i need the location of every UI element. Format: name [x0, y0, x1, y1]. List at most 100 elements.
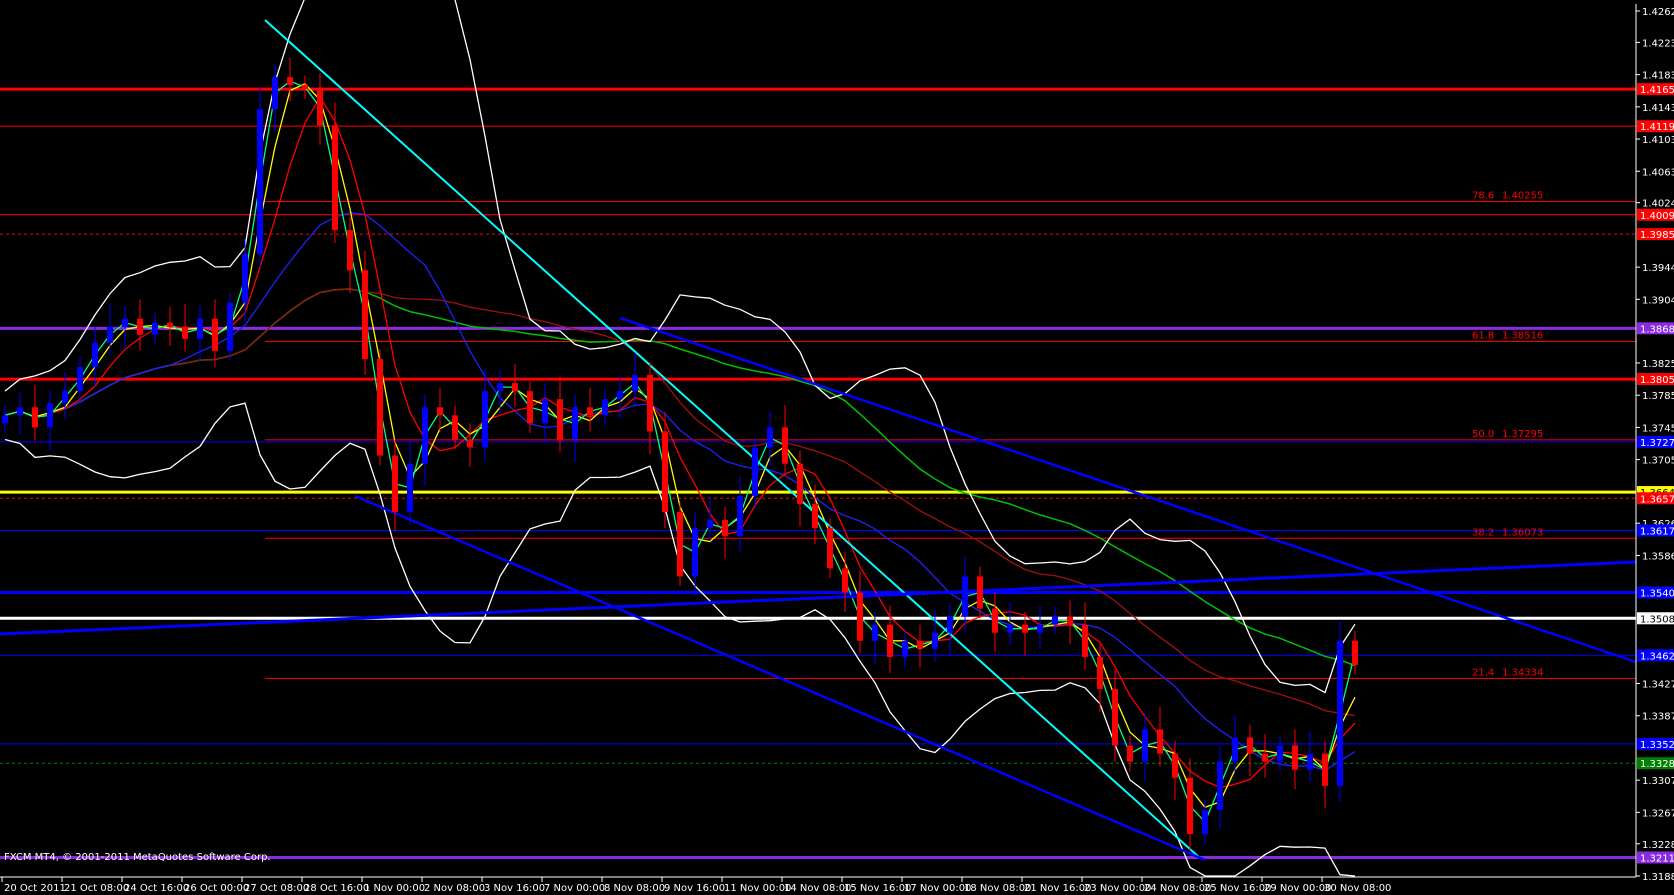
- candle-body: [197, 318, 203, 339]
- time-tick-label: 2 Nov 08:00: [424, 883, 485, 894]
- candle-body: [1127, 745, 1133, 762]
- candle-body: [377, 358, 383, 456]
- time-tick-label: 9 Nov 16:00: [664, 883, 725, 894]
- candle-body: [167, 322, 173, 327]
- ma-yellow: [4, 83, 1356, 809]
- candle-body: [1142, 729, 1148, 762]
- fib-price-label: 1.36073: [1502, 527, 1543, 538]
- candle-body: [287, 77, 293, 86]
- price-tick-label: 1.31880: [1642, 872, 1674, 883]
- candle-body: [392, 455, 398, 512]
- price-chart[interactable]: 78.6 1.40255 61.8 1.38516 50.0 1.37295 38.2 1.3…: [0, 0, 1674, 895]
- price-tick-label: 1.39040: [1642, 295, 1674, 306]
- bollinger-lower: [4, 402, 1356, 877]
- candle-body: [1112, 689, 1118, 746]
- candle-body: [962, 576, 968, 617]
- candle-body: [1277, 745, 1283, 762]
- candle-body: [692, 528, 698, 577]
- level-price-label: 1.39850: [1640, 230, 1674, 241]
- fib-price-label: 1.34334: [1502, 667, 1543, 678]
- fib-ratio-label: 78.6: [1472, 190, 1494, 201]
- candle-body: [572, 407, 578, 440]
- candle-body: [752, 447, 758, 496]
- price-tick-label: 1.37450: [1642, 423, 1674, 434]
- candle-body: [2, 415, 8, 424]
- candle-body: [107, 326, 113, 343]
- candle-body: [422, 407, 428, 464]
- price-tick-label: 1.37050: [1642, 456, 1674, 467]
- time-tick-label: 29 Nov 00:00: [1264, 883, 1331, 894]
- time-tick-label: 3 Nov 16:00: [484, 883, 545, 894]
- candle-body: [1262, 753, 1268, 762]
- time-tick-label: 21 Nov 16:00: [1024, 883, 1091, 894]
- candle-body: [1307, 753, 1313, 770]
- candle-body: [257, 109, 263, 255]
- candle-body: [1322, 753, 1328, 786]
- candle-body: [317, 89, 323, 126]
- time-tick-label: 14 Nov 08:00: [784, 883, 851, 894]
- candle-body: [542, 399, 548, 424]
- trendline-cyan[interactable]: [264, 19, 1201, 859]
- candle-body: [62, 391, 68, 404]
- candle-body: [797, 463, 803, 504]
- candle-body: [182, 326, 188, 339]
- fib-price-label: 1.37295: [1502, 429, 1543, 440]
- candle-body: [1247, 737, 1253, 754]
- trendline-rising[interactable]: [0, 560, 1637, 636]
- fib-ratio-label: 21.4: [1472, 667, 1494, 678]
- candle-body: [212, 318, 218, 351]
- level-price-label: 1.35080: [1640, 614, 1674, 625]
- price-tick-label: 1.42620: [1642, 7, 1674, 18]
- candle-body: [137, 318, 143, 335]
- candle-body: [767, 427, 773, 448]
- candle-body: [1217, 761, 1223, 810]
- time-tick-label: 24 Nov 08:00: [1144, 883, 1211, 894]
- candles: [2, 57, 1358, 851]
- time-tick-label: 30 Nov 08:00: [1324, 883, 1391, 894]
- time-tick-label: 23 Nov 00:00: [1084, 883, 1151, 894]
- axes: 1.42620 1.42230 1.41830 1.41430 1.41030 1.406…: [0, 4, 1674, 894]
- candle-body: [1352, 640, 1358, 665]
- candle-body: [1037, 624, 1043, 633]
- candle-body: [707, 520, 713, 529]
- time-tick-label: 8 Nov 08:00: [604, 883, 665, 894]
- price-tick-label: 1.41030: [1642, 135, 1674, 146]
- candle-body: [452, 415, 458, 440]
- trendline-channel-upper[interactable]: [619, 316, 1637, 664]
- candle-body: [902, 640, 908, 657]
- candle-body: [1067, 616, 1073, 625]
- candle-body: [347, 230, 353, 271]
- candle-body: [17, 407, 23, 416]
- price-tick-label: 1.40630: [1642, 167, 1674, 178]
- candle-body: [527, 391, 533, 424]
- candle-body: [812, 503, 818, 529]
- candle-body: [992, 608, 998, 633]
- time-tick-label: 18 Nov 08:00: [964, 883, 1031, 894]
- candle-body: [1202, 809, 1208, 835]
- fib-ratio-label: 38.2: [1472, 527, 1494, 538]
- candle-body: [557, 399, 563, 440]
- price-tick-label: 1.38250: [1642, 359, 1674, 370]
- candle-body: [1172, 753, 1178, 778]
- candle-body: [947, 616, 953, 633]
- level-price-label: 1.40090: [1640, 211, 1674, 222]
- price-tick-label: 1.40240: [1642, 199, 1674, 210]
- fib-ratio-label: 50.0: [1472, 429, 1494, 440]
- price-tick-label: 1.42230: [1642, 38, 1674, 49]
- time-tick-label: 17 Nov 00:00: [904, 883, 971, 894]
- candle-body: [602, 399, 608, 416]
- candle-body: [977, 576, 983, 609]
- candle-body: [32, 407, 38, 428]
- level-price-label: 1.34620: [1640, 651, 1674, 662]
- time-tick-label: 26 Oct 00:00: [184, 883, 249, 894]
- level-price-label: 1.38680: [1640, 324, 1674, 335]
- candle-body: [617, 391, 623, 400]
- time-tick-label: 25 Nov 16:00: [1204, 883, 1271, 894]
- price-tick-label: 1.33070: [1642, 776, 1674, 787]
- candle-body: [677, 511, 683, 577]
- indicators: [4, 0, 1356, 877]
- price-tick-label: 1.37850: [1642, 391, 1674, 402]
- candle-body: [1007, 624, 1013, 633]
- price-tick-label: 1.39440: [1642, 263, 1674, 274]
- candle-body: [1052, 616, 1058, 625]
